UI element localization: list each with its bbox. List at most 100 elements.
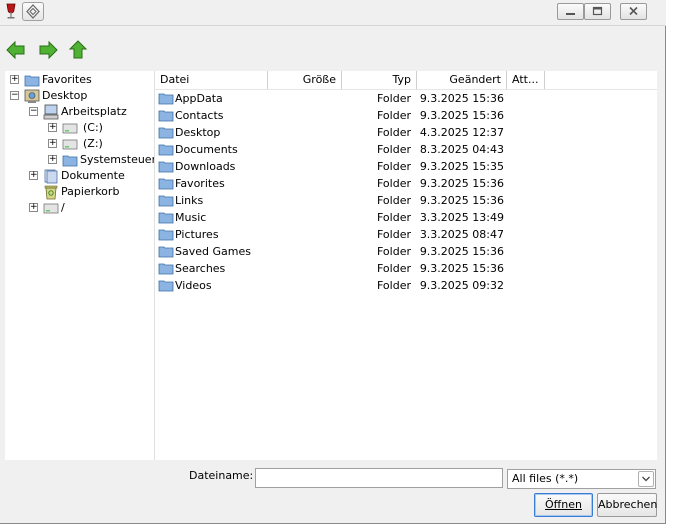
expand-toggle[interactable]: + — [48, 123, 57, 132]
tree-item-root[interactable]: + / — [5, 200, 154, 216]
folder-icon — [158, 110, 174, 122]
file-modified: 9.3.2025 15:36 — [419, 262, 504, 275]
table-row[interactable]: Music Folder 3.3.2025 13:49 — [155, 209, 657, 226]
close-button[interactable] — [620, 3, 647, 20]
table-row[interactable]: AppData Folder 9.3.2025 15:36 — [155, 90, 657, 107]
column-header-attributes[interactable]: Att... — [507, 71, 545, 89]
recycle-bin-icon — [44, 185, 58, 200]
column-header-type[interactable]: Typ — [342, 71, 417, 89]
tree-item-label: Desktop — [42, 89, 88, 102]
table-row[interactable]: Favorites Folder 9.3.2025 15:36 — [155, 175, 657, 192]
cancel-button[interactable]: Abbrechen — [597, 493, 657, 517]
column-header-name[interactable]: Datei — [155, 71, 268, 89]
collapse-toggle[interactable]: − — [29, 107, 38, 116]
minimize-icon — [566, 13, 575, 15]
file-modified: 4.3.2025 12:37 — [419, 126, 504, 139]
expand-toggle[interactable]: + — [29, 171, 38, 180]
file-modified: 9.3.2025 15:36 — [419, 245, 504, 258]
expand-toggle[interactable]: + — [48, 155, 57, 164]
folder-icon — [158, 178, 174, 190]
minimize-button[interactable] — [557, 3, 584, 20]
table-row[interactable]: Links Folder 9.3.2025 15:36 — [155, 192, 657, 209]
file-modified: 3.3.2025 08:47 — [419, 228, 504, 241]
tree-item-label: (C:) — [83, 121, 103, 134]
file-name: Downloads — [175, 160, 236, 173]
tree-item-label: Dokumente — [61, 169, 125, 182]
tree-item-drive-c[interactable]: + (C:) — [5, 120, 154, 136]
tree-item-label: Systemsteueru — [80, 153, 154, 166]
table-row[interactable]: Contacts Folder 9.3.2025 15:36 — [155, 107, 657, 124]
desktop-icon — [24, 89, 40, 103]
file-modified: 9.3.2025 15:35 — [419, 160, 504, 173]
tree-item-arbeitsplatz[interactable]: − Arbeitsplatz — [5, 104, 154, 120]
collapse-toggle[interactable]: − — [10, 91, 19, 100]
folder-tree[interactable]: + Favorites − Desktop − Arbeitsplatz + (… — [5, 71, 155, 460]
tree-item-drive-z[interactable]: + (Z:) — [5, 136, 154, 152]
file-name: Saved Games — [175, 245, 251, 258]
tree-item-label: Arbeitsplatz — [61, 105, 127, 118]
table-row[interactable]: Downloads Folder 9.3.2025 15:35 — [155, 158, 657, 175]
table-row[interactable]: Desktop Folder 4.3.2025 12:37 — [155, 124, 657, 141]
file-list[interactable]: Datei Größe Typ Geändert Att... AppData F… — [155, 71, 657, 460]
file-name: Searches — [175, 262, 226, 275]
tree-item-label: (Z:) — [83, 137, 103, 150]
file-type: Folder — [377, 211, 411, 224]
tree-item-papierkorb[interactable]: Papierkorb — [5, 184, 154, 200]
folder-icon — [158, 280, 174, 292]
filename-input[interactable] — [255, 468, 503, 488]
file-name: Videos — [175, 279, 212, 292]
file-type: Folder — [377, 143, 411, 156]
tree-item-desktop[interactable]: − Desktop — [5, 88, 154, 104]
title-bar — [0, 0, 666, 26]
tree-item-favorites[interactable]: + Favorites — [5, 72, 154, 88]
drive-icon — [62, 139, 78, 150]
folder-icon — [158, 246, 174, 258]
maximize-button[interactable] — [584, 3, 611, 20]
table-row[interactable]: Saved Games Folder 9.3.2025 15:36 — [155, 243, 657, 260]
window-menu-icon — [26, 4, 40, 19]
file-type: Folder — [377, 279, 411, 292]
table-row[interactable]: Videos Folder 9.3.2025 09:32 — [155, 277, 657, 294]
file-type-select[interactable]: All files (*.*) — [507, 469, 656, 489]
file-modified: 8.3.2025 04:43 — [419, 143, 504, 156]
expand-toggle[interactable]: + — [10, 75, 19, 84]
folder-icon — [158, 161, 174, 173]
file-open-dialog: + Favorites − Desktop − Arbeitsplatz + (… — [0, 0, 666, 524]
file-name: Favorites — [175, 177, 225, 190]
navigation-toolbar — [0, 26, 666, 70]
file-type: Folder — [377, 228, 411, 241]
tree-item-dokumente[interactable]: + Dokumente — [5, 168, 154, 184]
filename-label: Dateiname: — [189, 469, 254, 482]
file-type: Folder — [377, 160, 411, 173]
file-name: Contacts — [175, 109, 224, 122]
file-type: Folder — [377, 177, 411, 190]
wine-glass-icon — [6, 3, 16, 19]
file-modified: 9.3.2025 15:36 — [419, 92, 504, 105]
open-button-label: Öffnen — [545, 498, 582, 511]
back-button[interactable] — [5, 39, 27, 61]
table-row[interactable]: Pictures Folder 3.3.2025 08:47 — [155, 226, 657, 243]
expand-toggle[interactable]: + — [29, 203, 38, 212]
file-name: Desktop — [175, 126, 221, 139]
up-button[interactable] — [67, 39, 89, 61]
dropdown-button[interactable] — [638, 471, 654, 487]
computer-icon — [43, 104, 59, 120]
column-header-size[interactable]: Größe — [268, 71, 342, 89]
column-header-modified[interactable]: Geändert — [417, 71, 507, 89]
open-button[interactable]: Öffnen — [534, 493, 593, 517]
table-row[interactable]: Searches Folder 9.3.2025 15:36 — [155, 260, 657, 277]
file-name: Links — [175, 194, 204, 207]
file-name: AppData — [175, 92, 223, 105]
tree-item-systemsteuerung[interactable]: + Systemsteueru — [5, 152, 154, 168]
window-menu-button[interactable] — [22, 2, 44, 21]
file-type: Folder — [377, 194, 411, 207]
file-modified: 3.3.2025 13:49 — [419, 211, 504, 224]
expand-toggle[interactable]: + — [48, 139, 57, 148]
maximize-icon — [592, 6, 603, 16]
file-type: Folder — [377, 109, 411, 122]
table-row[interactable]: Documents Folder 8.3.2025 04:43 — [155, 141, 657, 158]
forward-button[interactable] — [37, 39, 59, 61]
file-type: Folder — [377, 245, 411, 258]
file-name: Music — [175, 211, 207, 224]
file-type: Folder — [377, 92, 411, 105]
